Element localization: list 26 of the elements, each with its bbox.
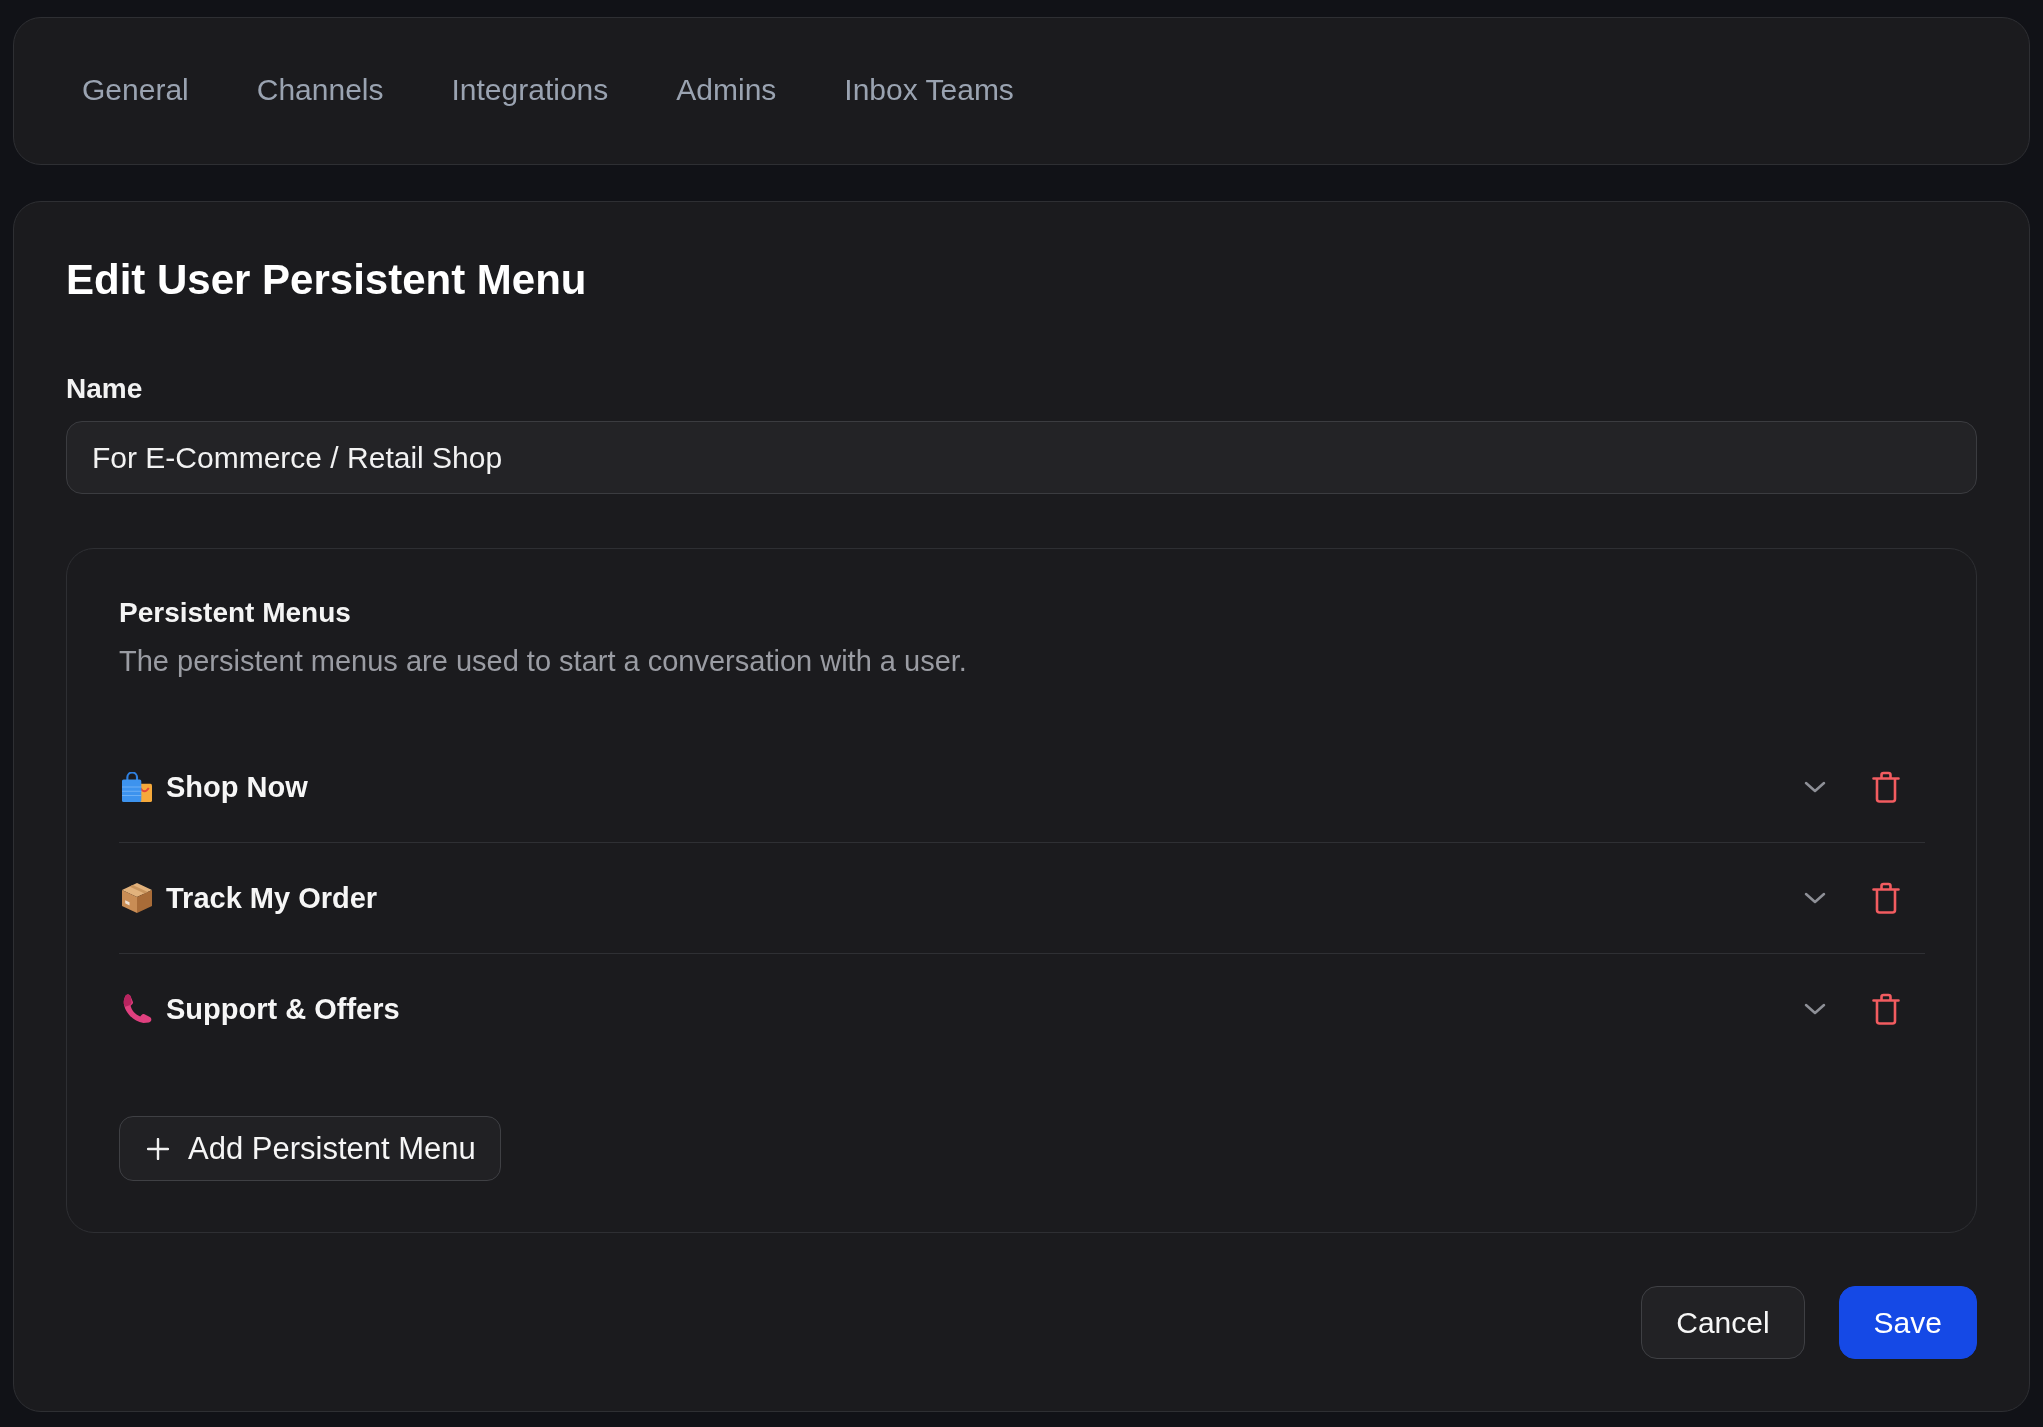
name-input[interactable]: For E-Commerce / Retail Shop	[66, 421, 1977, 494]
menu-item-label: Track My Order	[166, 881, 378, 915]
shopping-bags-icon	[122, 772, 152, 802]
section-title: Persistent Menus	[119, 596, 351, 630]
tab[interactable]: Admins	[676, 69, 777, 113]
save-button[interactable]: Save	[1838, 1286, 1977, 1359]
add-menu-button[interactable]: Add Persistent Menu	[119, 1116, 501, 1181]
trash-icon[interactable]	[1872, 993, 1900, 1025]
menu-item-label: Shop Now	[166, 770, 308, 804]
trash-icon[interactable]	[1872, 882, 1900, 914]
menu-item-label: Support & Offers	[166, 992, 400, 1026]
chevron-down-icon[interactable]	[1804, 1003, 1826, 1015]
package-icon	[122, 883, 152, 913]
field-label: Name	[66, 372, 143, 406]
phone-icon	[122, 994, 152, 1024]
cancel-button[interactable]: Cancel	[1641, 1286, 1805, 1359]
plus-icon	[147, 1137, 169, 1160]
tab[interactable]: General	[82, 69, 189, 113]
tab[interactable]: Integrations	[451, 69, 609, 113]
page-title: Edit User Persistent Menu	[66, 255, 588, 305]
trash-icon[interactable]	[1872, 771, 1900, 803]
section-description: The persistent menus are used to start a conversation with a user.	[119, 644, 967, 679]
tab[interactable]: Inbox Teams	[844, 69, 1014, 113]
chevron-down-icon[interactable]	[1804, 892, 1826, 904]
tab[interactable]: Channels	[256, 69, 384, 113]
chevron-down-icon[interactable]	[1804, 781, 1826, 793]
